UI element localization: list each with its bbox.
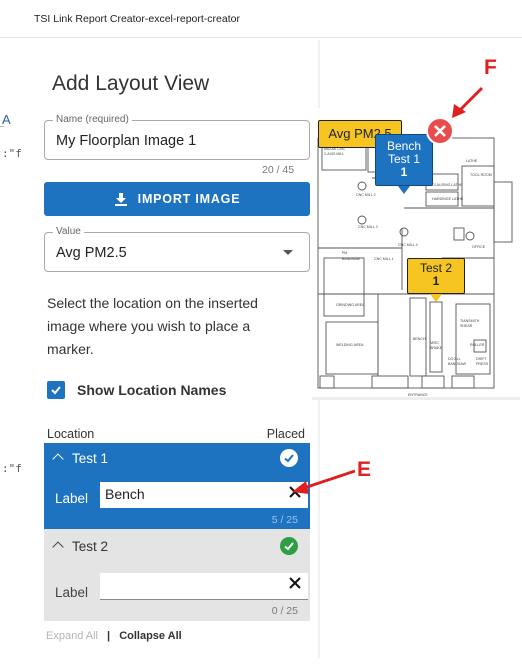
annotation-letter-f: F: [484, 56, 497, 79]
annotation-letter-e: E: [357, 458, 372, 481]
annotation-arrows: [292, 86, 484, 494]
